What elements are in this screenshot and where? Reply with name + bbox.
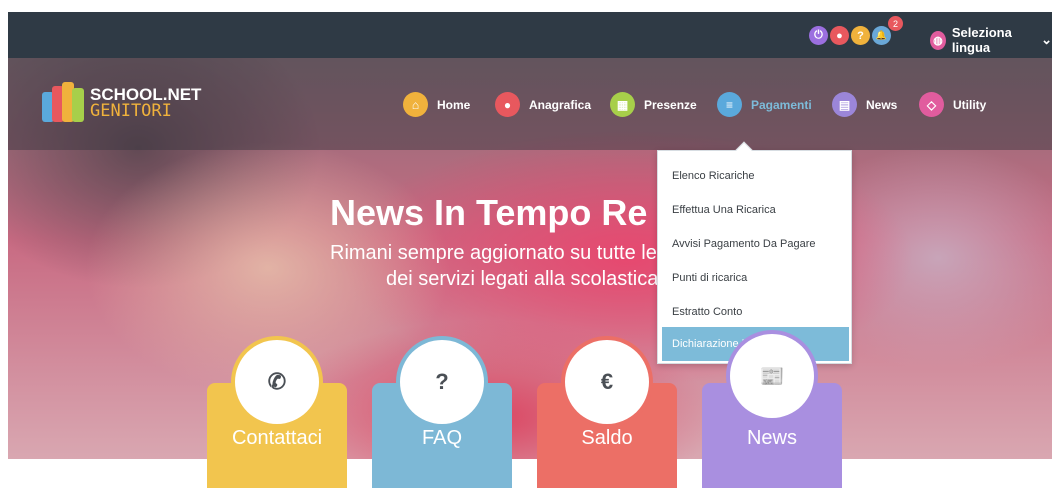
nav-item-utility[interactable]: ◇ Utility (919, 92, 986, 117)
question-icon: ? (400, 340, 484, 424)
nav-item-news[interactable]: ▤ News (832, 92, 897, 117)
newspaper-icon: 📰 (730, 334, 814, 418)
hero-subtitle-line2: dei servizi legati alla scolastica (386, 268, 659, 290)
chevron-down-icon: ⌄ (1041, 32, 1052, 47)
card-label: News (746, 427, 797, 449)
language-selector[interactable]: ◍ Seleziona lingua ⌄ (930, 25, 1052, 55)
menu-item-elenco-ricariche[interactable]: Elenco Ricariche (658, 159, 851, 193)
code-icon: ◇ (919, 92, 944, 117)
language-label: Seleziona lingua (951, 25, 1012, 55)
card-label: Saldo (581, 427, 633, 449)
home-icon: ⌂ (403, 92, 428, 117)
list-icon: ≡ (717, 92, 742, 117)
hero-banner: SCHOOL.NET GENITORI ⌂ Home ● Anagrafica … (8, 58, 1052, 459)
pagamenti-dropdown-menu: Elenco Ricariche Effettua Una Ricarica A… (657, 141, 852, 364)
notification-badge: 2 (888, 16, 903, 31)
menu-item-avvisi-pagamento[interactable]: Avvisi Pagamento Da Pagare (658, 227, 851, 261)
menu-item-estratto-conto[interactable]: Estratto Conto (658, 295, 851, 329)
bell-icon[interactable]: 🔔 (872, 26, 891, 45)
logo-mark (42, 82, 86, 124)
menu-item-punti-ricarica[interactable]: Punti di ricarica (658, 261, 851, 295)
user-icon[interactable]: ● (830, 26, 849, 45)
power-icon[interactable]: ⏻ (809, 26, 828, 45)
help-icon[interactable]: ? (851, 26, 870, 45)
logo[interactable]: SCHOOL.NET GENITORI (42, 82, 201, 124)
calendar-icon: ▦ (610, 92, 635, 117)
euro-icon: € (565, 340, 649, 424)
phone-icon: ✆ (235, 340, 319, 424)
card-label: FAQ (421, 427, 462, 449)
newspaper-icon: ▤ (832, 92, 857, 117)
menu-item-effettua-ricarica[interactable]: Effettua Una Ricarica (658, 193, 851, 227)
hero-title: News In Tempo Re (330, 192, 648, 233)
hero-subtitle-line1: Rimani sempre aggiornato su tutte le (330, 242, 657, 264)
nav-item-presenze[interactable]: ▦ Presenze (610, 92, 697, 117)
globe-icon: ◍ (930, 30, 946, 50)
card-label: Contattaci (231, 427, 323, 449)
logo-text-genitori: GENITORI (90, 101, 172, 121)
top-bar: ⏻ ● ? 🔔 2 ◍ Seleziona lingua ⌄ (8, 12, 1052, 58)
nav-item-home[interactable]: ⌂ Home (403, 92, 470, 117)
nav-item-anagrafica[interactable]: ● Anagrafica (495, 92, 591, 117)
page: ⏻ ● ? 🔔 2 ◍ Seleziona lingua ⌄ SCHOOL.NE… (0, 0, 1052, 488)
nav-item-pagamenti[interactable]: ≡ Pagamenti (717, 92, 812, 117)
user-icon: ● (495, 92, 520, 117)
